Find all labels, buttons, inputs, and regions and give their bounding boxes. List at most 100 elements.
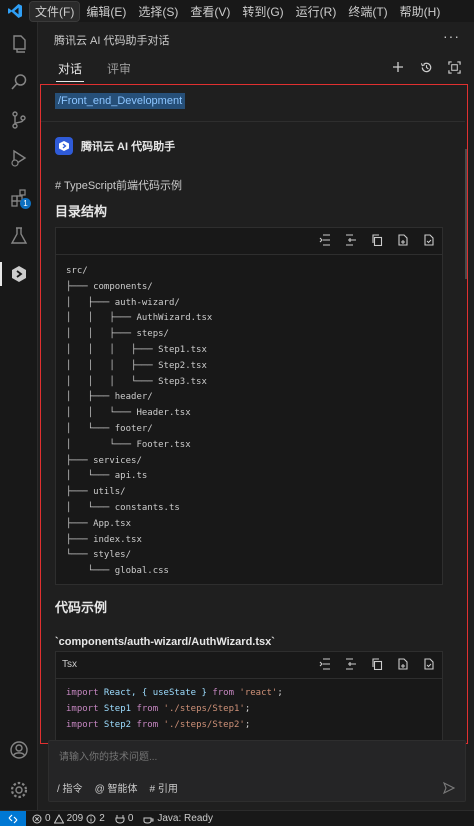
tree-line: │ ├─── header/ [66, 392, 153, 403]
code-language-label: Tsx [62, 659, 77, 670]
extensions-icon[interactable]: 1 [0, 180, 37, 216]
menu-view[interactable]: 查看(V) [185, 2, 235, 21]
tree-line: ├─── App.tsx [66, 518, 132, 529]
tree-line: src/ [66, 266, 88, 276]
tsx-code-block: Tsx import React, { useState } from 'rea… [55, 651, 443, 743]
error-count: 0 [45, 813, 51, 824]
menu-edit[interactable]: 编辑(E) [81, 2, 131, 21]
menu-bar: 文件(F) 编辑(E) 选择(S) 查看(V) 转到(G) 运行(R) 终端(T… [0, 0, 474, 22]
java-status-text: Java: Ready [157, 813, 213, 824]
info-count: 2 [99, 813, 105, 824]
new-file-icon[interactable] [396, 233, 410, 247]
warning-count: 209 [66, 813, 84, 824]
error-icon [32, 814, 42, 823]
tree-line: │ │ │ ├─── Step2.tsx [66, 360, 207, 371]
agent-button[interactable]: @ 智能体 [95, 780, 138, 795]
tree-line: ├─── index.tsx [66, 534, 142, 545]
account-icon[interactable] [0, 732, 37, 768]
info-icon [86, 814, 96, 823]
code-toolbar [56, 228, 442, 255]
divider [41, 121, 465, 122]
chat-scrollbar[interactable] [461, 85, 467, 743]
tree-line: │ │ ├─── steps/ [66, 329, 169, 340]
context-chip[interactable]: /Front_end_Development [55, 93, 186, 109]
tree-line: │ └─── constants.ts [66, 502, 180, 513]
source-control-icon[interactable] [0, 102, 37, 138]
tree-line: ├─── components/ [66, 281, 153, 292]
tree-line: │ │ │ ├─── Step1.tsx [66, 344, 207, 355]
reference-button[interactable]: # 引用 [150, 780, 178, 795]
menu-help[interactable]: 帮助(H) [395, 2, 446, 21]
settings-gear-icon[interactable] [0, 772, 37, 808]
explorer-icon[interactable] [0, 26, 37, 62]
menu-terminal[interactable]: 终端(T) [343, 2, 392, 21]
tree-line: │ ├─── auth-wizard/ [66, 297, 180, 308]
new-file-icon[interactable] [396, 657, 410, 671]
ports-icon [115, 814, 125, 824]
new-chat-icon[interactable] [390, 59, 406, 75]
tree-line: │ └─── Footer.tsx [66, 439, 191, 450]
extensions-badge: 1 [20, 198, 31, 209]
tree-code-block: src/ ├─── components/ │ ├─── auth-wizard/ │… [55, 227, 443, 585]
status-bar: 0 209 2 0 Java: Ready [0, 810, 474, 826]
vscode-logo-icon [0, 0, 30, 22]
command-button[interactable]: / 指令 [57, 780, 83, 795]
tree-line: │ │ ├─── AuthWizard.tsx [66, 313, 213, 324]
code-toolbar: Tsx [56, 652, 442, 679]
ai-assistant-panel: 腾讯云 AI 代码助手对话 ··· 对话 评审 /Front_end_Devel… [38, 22, 474, 810]
tree-line: │ └─── footer/ [66, 423, 153, 434]
menu-go[interactable]: 转到(G) [237, 2, 288, 21]
code-line: import React, { useState } from 'react'; [66, 688, 283, 698]
chat-conversation[interactable]: /Front_end_Development 腾讯云 AI 代码助手 # Typ… [40, 84, 468, 744]
chat-input-box[interactable]: / 指令 @ 智能体 # 引用 [48, 740, 466, 802]
fullscreen-icon[interactable] [446, 59, 462, 75]
diff-icon[interactable] [344, 657, 358, 671]
apply-file-icon[interactable] [422, 233, 436, 247]
tsx-code: import React, { useState } from 'react';… [66, 686, 283, 733]
code-line: import Step1 from './steps/Step1'; [66, 703, 251, 714]
more-actions-icon[interactable]: ··· [443, 28, 460, 44]
code-line: import Step2 from './steps/Step2'; [66, 719, 251, 730]
ports-count: 0 [127, 813, 134, 824]
panel-title: 腾讯云 AI 代码助手对话 [54, 35, 170, 47]
section-title-code-example: 代码示例 [55, 600, 108, 615]
assistant-avatar-icon [55, 137, 73, 155]
directory-tree: src/ ├─── components/ │ ├─── auth-wizard/ │… [66, 264, 212, 580]
tree-line: ├─── services/ [66, 455, 142, 466]
copy-icon[interactable] [370, 233, 384, 247]
tree-line: └─── global.css [66, 566, 169, 577]
search-icon[interactable] [0, 64, 37, 100]
apply-file-icon[interactable] [422, 657, 436, 671]
tab-chat[interactable]: 对话 [55, 60, 85, 82]
section-title-directory: 目录结构 [55, 204, 108, 219]
ports-indicator[interactable]: 0 [115, 813, 134, 824]
tab-review[interactable]: 评审 [107, 60, 131, 77]
insert-code-icon[interactable] [318, 233, 332, 247]
tencent-ai-assistant-icon[interactable] [0, 256, 37, 292]
tree-line: └─── styles/ [66, 550, 132, 561]
menu-file[interactable]: 文件(F) [28, 0, 81, 22]
panel-tabs: 对话 评审 [38, 56, 474, 82]
insert-code-icon[interactable] [318, 657, 332, 671]
testing-icon[interactable] [0, 218, 37, 254]
menu-run[interactable]: 运行(R) [291, 2, 342, 21]
menu-selection[interactable]: 选择(S) [133, 2, 183, 21]
java-status[interactable]: Java: Ready [143, 813, 213, 824]
warning-icon [53, 813, 64, 823]
assistant-name: 腾讯云 AI 代码助手 [81, 141, 176, 153]
tree-line: │ │ └─── Header.tsx [66, 408, 191, 419]
remote-indicator-icon[interactable] [0, 811, 26, 826]
send-icon[interactable] [443, 782, 455, 794]
tree-line: │ └─── api.ts [66, 471, 148, 482]
chat-input[interactable] [57, 751, 441, 764]
scrollbar-thumb[interactable] [465, 149, 467, 279]
run-debug-icon[interactable] [0, 140, 37, 176]
diff-icon[interactable] [344, 233, 358, 247]
tree-line: │ │ │ └─── Step3.tsx [66, 376, 207, 387]
assistant-header: 腾讯云 AI 代码助手 [55, 137, 175, 155]
problems-indicator[interactable]: 0 209 2 [32, 813, 105, 824]
history-icon[interactable] [418, 59, 434, 75]
copy-icon[interactable] [370, 657, 384, 671]
heading-line: # TypeScript前端代码示例 [55, 180, 182, 192]
activity-bar: 1 [0, 22, 38, 810]
